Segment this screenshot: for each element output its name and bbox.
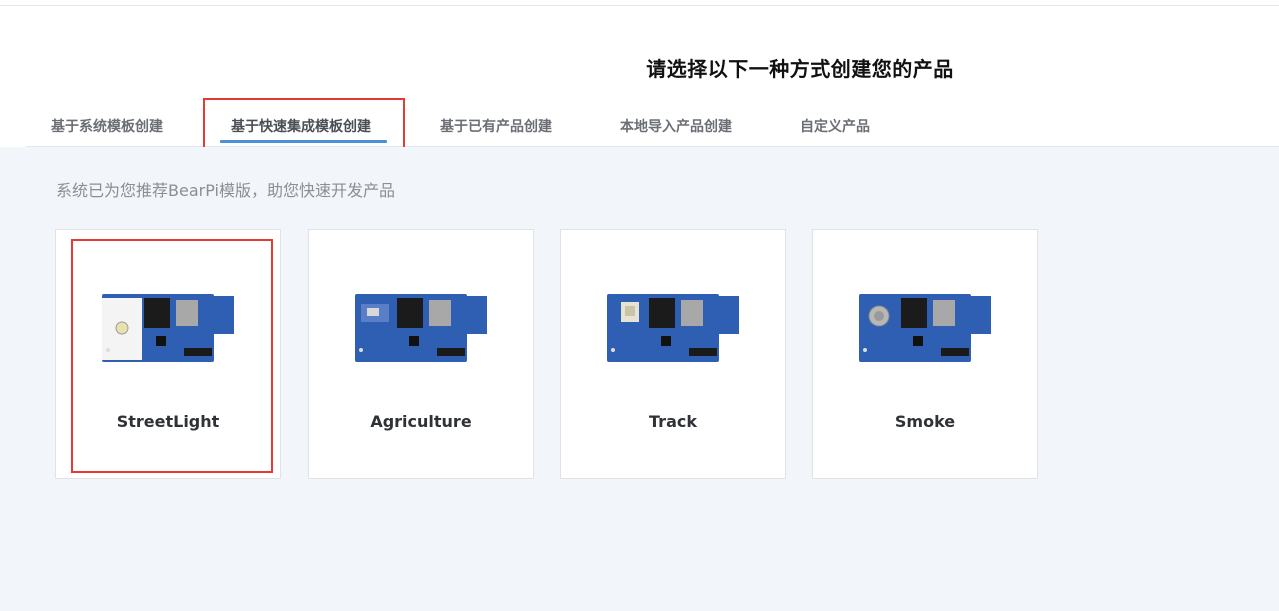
tab-custom-product[interactable]: 自定义产品 xyxy=(800,116,870,136)
agriculture-board-image xyxy=(355,294,487,362)
track-board-image xyxy=(607,294,739,362)
active-tab-indicator xyxy=(220,140,387,143)
template-card-smoke[interactable]: Smoke xyxy=(812,229,1038,479)
template-card-track[interactable]: Track xyxy=(560,229,786,479)
recommendation-hint: 系统已为您推荐BearPi模版，助您快速开发产品 xyxy=(56,181,395,200)
tab-system-template[interactable]: 基于系统模板创建 xyxy=(51,116,163,136)
tab-local-import[interactable]: 本地导入产品创建 xyxy=(620,116,732,136)
template-label: Smoke xyxy=(894,412,956,431)
streetlight-board-image xyxy=(102,294,234,362)
page-title: 请选择以下一种方式创建您的产品 xyxy=(646,57,954,81)
template-card-streetlight[interactable]: StreetLight xyxy=(55,229,281,479)
create-product-page: 请选择以下一种方式创建您的产品 基于系统模板创建 基于快速集成模板创建 基于已有… xyxy=(0,0,1279,611)
template-content-area: 系统已为您推荐BearPi模版，助您快速开发产品 StreetLight Agr… xyxy=(0,147,1279,611)
top-divider xyxy=(0,5,1279,6)
creation-method-tabs: 基于系统模板创建 基于快速集成模板创建 基于已有产品创建 本地导入产品创建 自定… xyxy=(26,100,1279,147)
template-label: Agriculture xyxy=(370,412,472,431)
smoke-board-image xyxy=(859,294,991,362)
tab-existing-product[interactable]: 基于已有产品创建 xyxy=(440,116,552,136)
tab-quick-integration-template[interactable]: 基于快速集成模板创建 xyxy=(231,116,371,136)
template-label: Track xyxy=(649,412,697,431)
template-label: StreetLight xyxy=(116,412,220,431)
template-card-agriculture[interactable]: Agriculture xyxy=(308,229,534,479)
